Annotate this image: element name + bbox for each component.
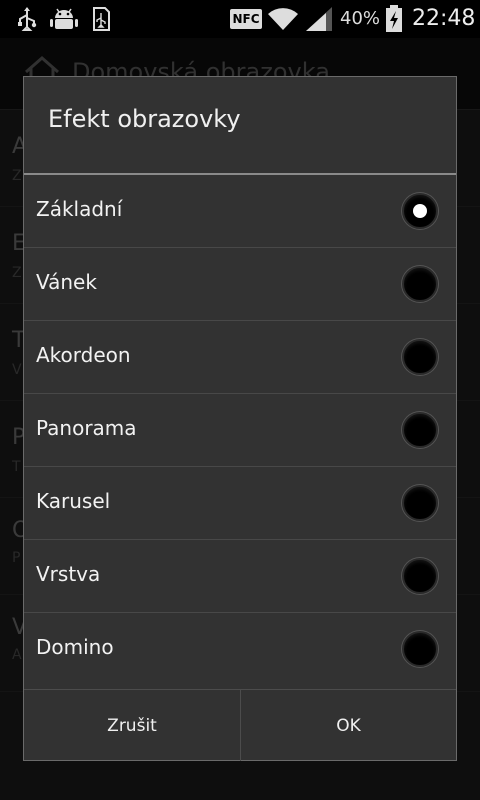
option-label: Základní — [36, 197, 123, 221]
battery-percent: 40% — [340, 8, 381, 29]
option-vanek[interactable]: Vánek — [24, 248, 456, 321]
android-debug-icon — [50, 6, 78, 32]
radio-button[interactable] — [402, 339, 438, 375]
signal-icon — [304, 6, 334, 32]
radio-button[interactable] — [402, 485, 438, 521]
cancel-button[interactable]: Zrušit — [24, 690, 240, 761]
option-domino[interactable]: Domino — [24, 613, 456, 686]
option-akordeon[interactable]: Akordeon — [24, 321, 456, 394]
option-label: Vrstva — [36, 562, 101, 586]
radio-button[interactable] — [402, 412, 438, 448]
radio-button[interactable] — [402, 631, 438, 667]
radio-button[interactable] — [402, 558, 438, 594]
screen-effect-dialog: Efekt obrazovky Základní Vánek Akordeon … — [23, 76, 457, 761]
option-label: Vánek — [36, 270, 97, 294]
nfc-label: NFC — [230, 9, 262, 29]
dialog-title: Efekt obrazovky — [48, 105, 241, 133]
status-bar: NFC 40% 22:48 — [0, 0, 480, 38]
usb-storage-icon — [90, 6, 112, 32]
option-karusel[interactable]: Karusel — [24, 467, 456, 540]
ok-button[interactable]: OK — [241, 690, 456, 761]
clock: 22:48 — [412, 6, 476, 31]
option-label: Domino — [36, 635, 114, 659]
option-zakladni[interactable]: Základní — [24, 175, 456, 248]
battery-charging-icon — [384, 5, 404, 32]
option-label: Akordeon — [36, 343, 131, 367]
dialog-button-bar: Zrušit OK — [24, 689, 456, 761]
option-label: Panorama — [36, 416, 137, 440]
wifi-icon — [266, 6, 300, 32]
radio-button-selected[interactable] — [402, 193, 438, 229]
radio-selected-dot — [413, 204, 427, 218]
usb-icon — [14, 6, 40, 32]
option-panorama[interactable]: Panorama — [24, 394, 456, 467]
nfc-icon: NFC — [230, 6, 262, 32]
option-vrstva[interactable]: Vrstva — [24, 540, 456, 613]
option-label: Karusel — [36, 489, 111, 513]
radio-button[interactable] — [402, 266, 438, 302]
